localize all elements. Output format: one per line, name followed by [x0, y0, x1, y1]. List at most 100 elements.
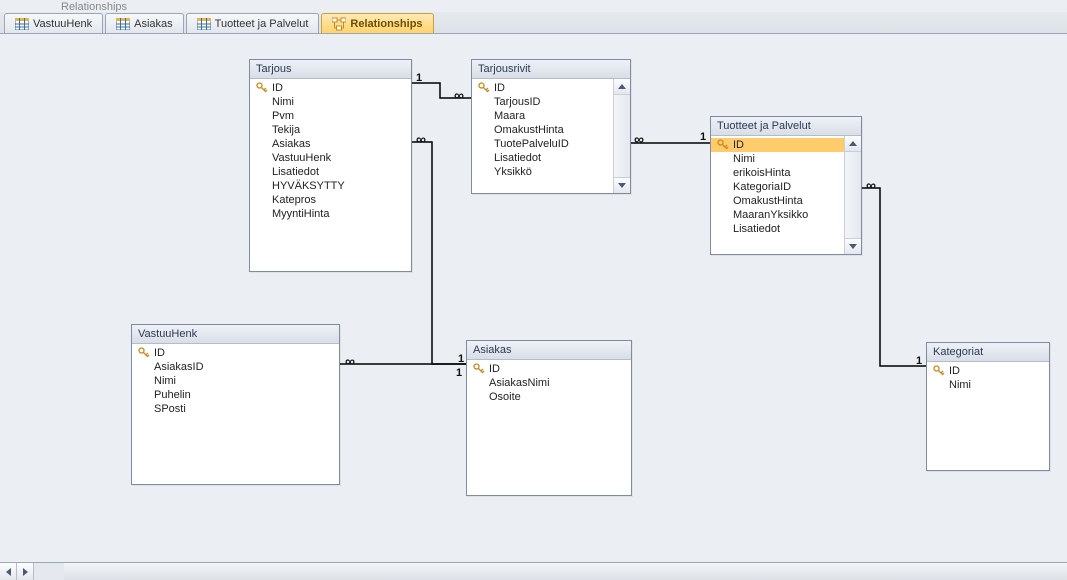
table-vastuuhenk[interactable]: VastuuHenk ID AsiakasID Nimi Puhelin SPo… — [131, 324, 340, 485]
cardinality-many: ∞ — [416, 134, 426, 144]
field-row[interactable]: MyyntiHinta — [250, 207, 411, 221]
table-icon — [197, 18, 211, 30]
field-name: ID — [949, 365, 960, 377]
field-row[interactable]: Nimi — [132, 374, 339, 388]
field-name: OmakustHinta — [494, 124, 564, 136]
field-name: MaaranYksikko — [733, 209, 808, 221]
tab-label: Asiakas — [134, 18, 173, 30]
tab-label: Tuotteet ja Palvelut — [215, 18, 309, 30]
field-row[interactable]: AsiakasID — [132, 360, 339, 374]
field-name: Osoite — [489, 391, 521, 403]
field-row[interactable]: Tekija — [250, 123, 411, 137]
tab-relationships[interactable]: Relationships — [321, 13, 433, 33]
tab-vastuuhenk[interactable]: VastuuHenk — [4, 13, 103, 33]
field-row[interactable]: Lisatiedot — [250, 165, 411, 179]
field-row[interactable]: ID — [132, 346, 339, 360]
field-name: HYVÄKSYTTY — [272, 180, 345, 192]
field-name: MyyntiHinta — [272, 208, 329, 220]
cardinality-many: ∞ — [634, 134, 644, 144]
field-row[interactable]: Osoite — [467, 390, 631, 404]
scroll-track[interactable] — [34, 563, 64, 580]
field-row[interactable]: Puhelin — [132, 388, 339, 402]
horizontal-scrollbar[interactable] — [0, 562, 1067, 580]
cardinality-one: 1 — [456, 367, 462, 379]
tab-label: Relationships — [350, 18, 422, 30]
tab-tuotteet[interactable]: Tuotteet ja Palvelut — [186, 13, 320, 33]
table-title[interactable]: Tarjous — [250, 60, 411, 79]
primary-key-icon — [933, 365, 945, 377]
field-row[interactable]: MaaranYksikko — [711, 208, 844, 222]
field-name: Puhelin — [154, 389, 191, 401]
field-row[interactable]: ID — [250, 81, 411, 95]
cardinality-many: ∞ — [345, 356, 355, 366]
field-name: ID — [154, 347, 165, 359]
scroll-right-button[interactable] — [17, 563, 34, 580]
field-name: Nimi — [154, 375, 176, 387]
table-title[interactable]: VastuuHenk — [132, 325, 339, 344]
primary-key-icon — [256, 82, 268, 94]
field-name: OmakustHinta — [733, 195, 803, 207]
field-row[interactable]: Asiakas — [250, 137, 411, 151]
table-scrollbar[interactable] — [844, 136, 861, 254]
field-name: Asiakas — [272, 138, 311, 150]
table-tarjous[interactable]: Tarjous ID Nimi Pvm Tekija Asiakas Vastu… — [249, 59, 412, 272]
table-tuotteet[interactable]: Tuotteet ja Palvelut ID Nimi erikoisHint… — [710, 116, 862, 255]
field-row[interactable]: Lisatiedot — [472, 151, 613, 165]
field-row[interactable]: Yksikkö — [472, 165, 613, 179]
field-row[interactable]: TuotePalveluID — [472, 137, 613, 151]
table-asiakas[interactable]: Asiakas ID AsiakasNimi Osoite — [466, 340, 632, 496]
primary-key-icon — [478, 82, 490, 94]
field-row[interactable]: ID — [467, 362, 631, 376]
field-row[interactable]: VastuuHenk — [250, 151, 411, 165]
field-row[interactable]: Maara — [472, 109, 613, 123]
field-row[interactable]: AsiakasNimi — [467, 376, 631, 390]
field-row[interactable]: Nimi — [711, 152, 844, 166]
table-kategoriat[interactable]: Kategoriat ID Nimi — [926, 342, 1050, 471]
field-row[interactable]: Katepros — [250, 193, 411, 207]
field-row[interactable]: Nimi — [927, 378, 1049, 392]
field-row[interactable]: TarjousID — [472, 95, 613, 109]
field-row[interactable]: erikoisHinta — [711, 166, 844, 180]
primary-key-icon — [138, 347, 150, 359]
table-title[interactable]: Tuotteet ja Palvelut — [711, 117, 861, 136]
field-name: Lisatiedot — [272, 166, 319, 178]
field-row[interactable]: ID — [711, 138, 844, 152]
tab-asiakas[interactable]: Asiakas — [105, 13, 184, 33]
field-row[interactable]: ID — [927, 364, 1049, 378]
field-row[interactable]: Nimi — [250, 95, 411, 109]
field-name: Yksikkö — [494, 166, 532, 178]
table-icon — [116, 18, 130, 30]
field-name: erikoisHinta — [733, 167, 790, 179]
table-title[interactable]: Kategoriat — [927, 343, 1049, 362]
relationships-canvas[interactable]: 1 ∞ 1 ∞ 1 ∞ 1 ∞ 1 ∞ Tarjous ID Nimi Pvm … — [0, 34, 1067, 562]
table-title[interactable]: Asiakas — [467, 341, 631, 360]
cardinality-many: ∞ — [866, 180, 876, 190]
table-scrollbar[interactable] — [613, 79, 630, 193]
scroll-down-button[interactable] — [845, 238, 861, 254]
field-name: Katepros — [272, 194, 316, 206]
field-row[interactable]: KategoriaID — [711, 180, 844, 194]
cardinality-one: 1 — [458, 353, 464, 365]
field-name: Tekija — [272, 124, 300, 136]
field-name: AsiakasNimi — [489, 377, 550, 389]
field-name: Lisatiedot — [733, 223, 780, 235]
field-name: Nimi — [733, 153, 755, 165]
field-row[interactable]: ID — [472, 81, 613, 95]
table-field-list: ID Nimi erikoisHinta KategoriaID Omakust… — [711, 136, 861, 254]
field-name: TarjousID — [494, 96, 540, 108]
table-title[interactable]: Tarjousrivit — [472, 60, 630, 79]
table-tarjousrivit[interactable]: Tarjousrivit ID TarjousID Maara OmakustH… — [471, 59, 631, 194]
scroll-up-button[interactable] — [845, 136, 861, 152]
field-row[interactable]: HYVÄKSYTTY — [250, 179, 411, 193]
field-row[interactable]: OmakustHinta — [472, 123, 613, 137]
table-field-list: ID Nimi — [927, 362, 1049, 470]
field-row[interactable]: OmakustHinta — [711, 194, 844, 208]
scroll-left-button[interactable] — [0, 563, 17, 580]
primary-key-icon — [717, 139, 729, 151]
field-row[interactable]: SPosti — [132, 402, 339, 416]
field-row[interactable]: Pvm — [250, 109, 411, 123]
field-row[interactable]: Lisatiedot — [711, 222, 844, 236]
scroll-down-button[interactable] — [614, 177, 630, 193]
field-name: AsiakasID — [154, 361, 204, 373]
scroll-up-button[interactable] — [614, 79, 630, 95]
